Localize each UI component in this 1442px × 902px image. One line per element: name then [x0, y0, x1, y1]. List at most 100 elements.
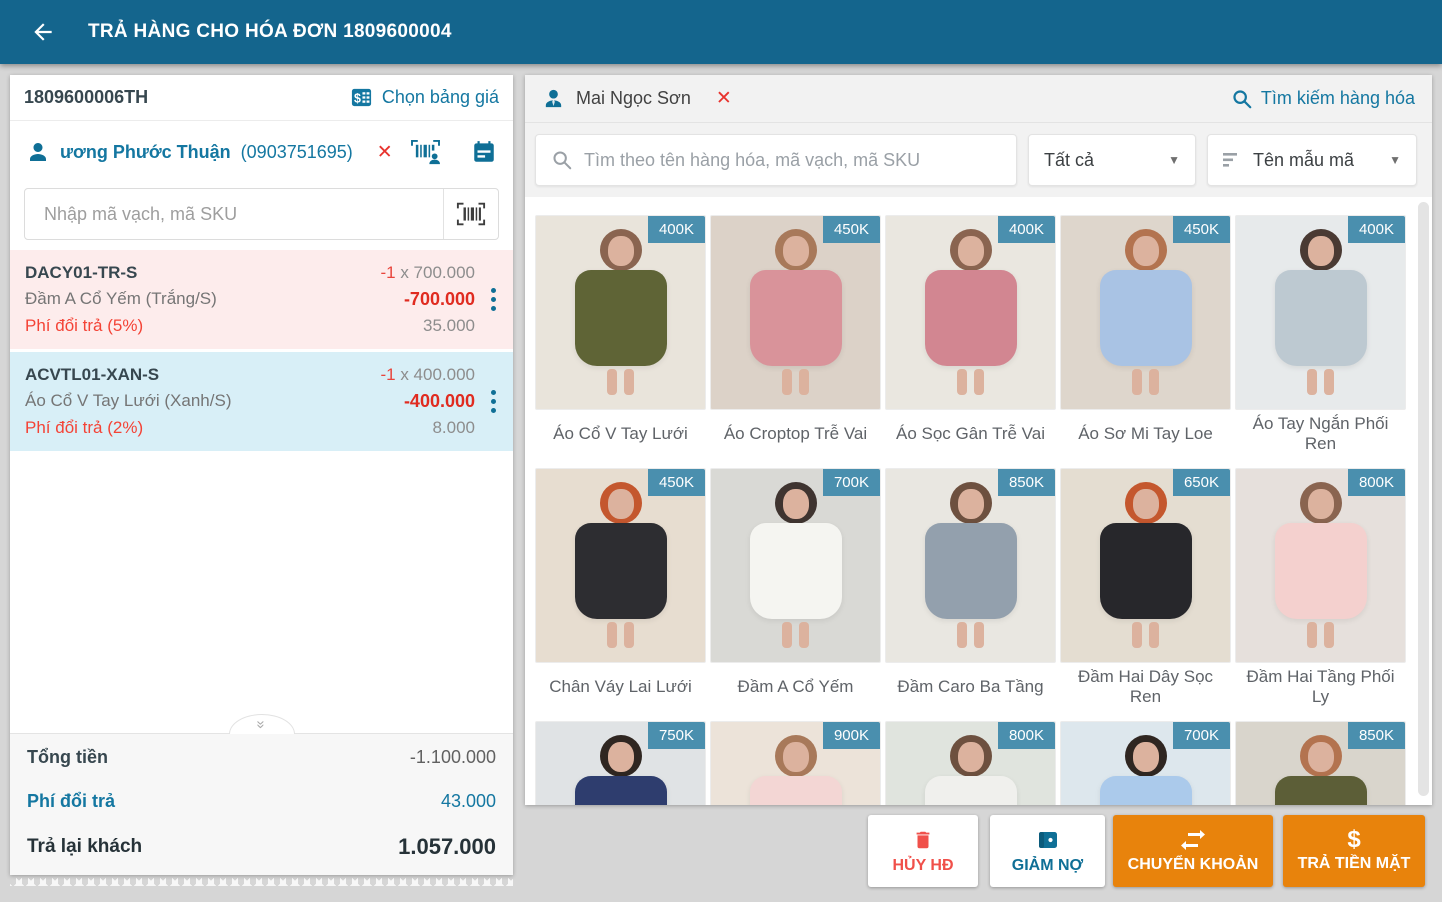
cancel-invoice-button[interactable]: HỦY HĐ	[868, 815, 978, 887]
item-qty: -1	[380, 263, 396, 282]
price-badge: 450K	[1172, 216, 1230, 243]
price-badge: 800K	[1347, 469, 1405, 496]
product-card[interactable]: 800K	[885, 721, 1056, 805]
salesperson-name[interactable]: Mai Ngọc Sơn	[576, 88, 691, 109]
item-sku: ACVTL01-XAN-S	[25, 365, 160, 384]
catalog-header: Mai Ngọc Sơn ✕ Tìm kiếm hàng hóa	[525, 75, 1432, 123]
cash-refund-button[interactable]: $ TRẢ TIỀN MẶT	[1283, 815, 1425, 887]
sort-dropdown[interactable]: Tên mẫu mã ▼	[1207, 134, 1417, 186]
item-fee-label: Phí đổi trả (2%)	[25, 418, 144, 437]
return-items-list: DACY01-TR-S -1 x 700.000 Đầm A Cổ Yếm (T…	[10, 250, 513, 451]
product-card[interactable]: 800K Đầm Hai Tầng Phối Ly	[1235, 468, 1406, 711]
product-photo: 400K	[535, 215, 706, 410]
product-photo: 400K	[885, 215, 1056, 410]
price-badge: 400K	[1347, 216, 1405, 243]
product-photo: 900K	[710, 721, 881, 805]
product-card[interactable]: 700K	[1060, 721, 1231, 805]
barcode-scan-icon[interactable]	[443, 189, 498, 239]
item-amount: -400.000	[403, 391, 475, 411]
return-summary: » Tổng tiền -1.100.000 Phí đổi trả 43.00…	[10, 714, 513, 875]
cash-refund-label: TRẢ TIỀN MẶT	[1297, 854, 1411, 872]
sort-selected: Tên mẫu mã	[1253, 149, 1355, 170]
price-badge: 700K	[822, 469, 880, 496]
product-card[interactable]: 700K Đầm A Cổ Yếm	[710, 468, 881, 711]
catalog-panel: Mai Ngọc Sơn ✕ Tìm kiếm hàng hóa Tất cả …	[525, 75, 1432, 805]
trash-icon	[912, 828, 934, 852]
category-dropdown[interactable]: Tất cả ▼	[1028, 134, 1196, 186]
product-card[interactable]: 450K Áo Croptop Trễ Vai	[710, 215, 881, 458]
customer-name[interactable]: ương Phước Thuận	[60, 142, 231, 163]
product-photo: 800K	[885, 721, 1056, 805]
product-grid: 400K Áo Cổ V Tay Lưới 450K Áo Croptop Tr…	[525, 197, 1432, 805]
svg-text:$: $	[354, 91, 361, 105]
return-panel-header: 1809600006TH $ Chọn bảng giá	[10, 75, 513, 121]
product-card[interactable]: 450K Chân Váy Lai Lưới	[535, 468, 706, 711]
item-menu-dots-icon[interactable]	[487, 386, 500, 417]
price-badge: 450K	[647, 469, 705, 496]
collapse-handle[interactable]: »	[228, 714, 295, 734]
calendar-icon[interactable]	[471, 139, 497, 165]
price-badge: 400K	[647, 216, 705, 243]
grid-scrollbar[interactable]	[1418, 202, 1429, 796]
refund-label: Trả lại khách	[27, 836, 143, 857]
customer-icon	[26, 140, 50, 164]
product-name: Áo Tay Ngắn Phối Ren	[1252, 413, 1389, 453]
price-badge: 800K	[997, 722, 1055, 749]
remove-customer-icon[interactable]: ✕	[377, 143, 393, 162]
return-item-row[interactable]: ACVTL01-XAN-S -1 x 400.000 Áo Cổ V Tay L…	[10, 352, 513, 451]
product-search-box	[535, 134, 1017, 186]
remove-salesperson-icon[interactable]: ✕	[716, 89, 732, 108]
item-qty: -1	[380, 365, 396, 384]
product-name: Áo Sọc Gân Trễ Vai	[896, 423, 1045, 443]
item-name: Áo Cổ V Tay Lưới (Xanh/S)	[25, 391, 232, 410]
product-photo: 450K	[1060, 215, 1231, 410]
product-card[interactable]: 650K Đầm Hai Dây Sọc Ren	[1060, 468, 1231, 711]
back-arrow-icon[interactable]	[26, 15, 60, 49]
product-card[interactable]: 850K	[1235, 721, 1406, 805]
pricebook-icon: $	[350, 86, 373, 109]
product-photo: 400K	[1235, 215, 1406, 410]
product-photo: 750K	[535, 721, 706, 805]
fee-value[interactable]: 43.000	[441, 791, 496, 812]
sort-icon	[1223, 152, 1243, 168]
search-products-link[interactable]: Tìm kiếm hàng hóa	[1231, 88, 1415, 110]
page-title: TRẢ HÀNG CHO HÓA ĐƠN 1809600004	[88, 21, 452, 42]
product-photo: 700K	[710, 468, 881, 663]
price-badge: 400K	[997, 216, 1055, 243]
chevron-down-icon: »	[253, 720, 270, 729]
dollar-icon: $	[1347, 825, 1361, 853]
fee-label[interactable]: Phí đổi trả	[27, 791, 115, 812]
reduce-debt-label: GIẢM NỢ	[1011, 856, 1084, 874]
return-item-row[interactable]: DACY01-TR-S -1 x 700.000 Đầm A Cổ Yếm (T…	[10, 250, 513, 349]
product-name: Áo Sơ Mi Tay Loe	[1078, 423, 1213, 443]
price-badge: 450K	[822, 216, 880, 243]
scan-customer-icon[interactable]	[410, 139, 441, 166]
item-menu-dots-icon[interactable]	[487, 284, 500, 315]
item-sku: DACY01-TR-S	[25, 263, 138, 282]
item-fee-label: Phí đổi trả (5%)	[25, 316, 144, 335]
product-search-input[interactable]	[584, 149, 1001, 171]
price-badge: 700K	[1172, 722, 1230, 749]
product-name: Đầm Caro Ba Tầng	[897, 676, 1044, 696]
wallet-icon	[1036, 828, 1060, 852]
price-badge: 650K	[1172, 469, 1230, 496]
product-card[interactable]: 450K Áo Sơ Mi Tay Loe	[1060, 215, 1231, 458]
choose-pricebook-button[interactable]: $ Chọn bảng giá	[350, 86, 499, 109]
price-badge: 850K	[1347, 722, 1405, 749]
barcode-input[interactable]	[25, 189, 443, 239]
customer-phone: (0903751695)	[240, 141, 353, 162]
barcode-input-row	[24, 188, 499, 240]
bank-transfer-button[interactable]: CHUYỂN KHOẢN	[1113, 815, 1273, 887]
bank-transfer-label: CHUYỂN KHOẢN	[1127, 855, 1259, 873]
product-card[interactable]: 400K Áo Cổ V Tay Lưới	[535, 215, 706, 458]
product-name: Đầm Hai Dây Sọc Ren	[1077, 666, 1214, 706]
reduce-debt-button[interactable]: GIẢM NỢ	[990, 815, 1105, 887]
item-unit-price: x 400.000	[395, 365, 475, 384]
customer-row: ương Phước Thuận (0903751695) ✕	[10, 121, 513, 183]
product-card[interactable]: 400K Áo Tay Ngắn Phối Ren	[1235, 215, 1406, 458]
product-card[interactable]: 750K	[535, 721, 706, 805]
product-card[interactable]: 400K Áo Sọc Gân Trễ Vai	[885, 215, 1056, 458]
product-card[interactable]: 850K Đầm Caro Ba Tầng	[885, 468, 1056, 711]
product-card[interactable]: 900K	[710, 721, 881, 805]
item-fee-amount: 35.000	[423, 316, 475, 335]
